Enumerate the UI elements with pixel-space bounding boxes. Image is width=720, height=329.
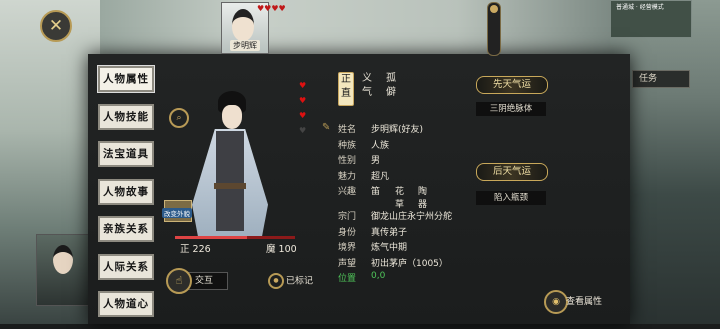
minimap-label: 普通城 · 经营模式 bbox=[616, 4, 664, 11]
marked-label: 已标记 bbox=[286, 276, 314, 287]
tab-character-story[interactable]: 人物故事 bbox=[98, 178, 154, 205]
hand-icon: ☝ bbox=[166, 268, 192, 294]
innate-fortune-header: 先天气运 bbox=[476, 76, 548, 94]
avatar-face bbox=[232, 9, 254, 41]
view-attributes-label: 查看属性 bbox=[566, 297, 603, 307]
world-map-top bbox=[100, 0, 610, 54]
view-attributes-icon: ◉ bbox=[544, 290, 568, 314]
trait-loyal[interactable]: 义气 bbox=[360, 72, 374, 104]
close-button[interactable]: ✕ bbox=[40, 10, 72, 42]
zheng-stat: 正 226 bbox=[180, 244, 211, 255]
acquired-fortune-value[interactable]: 陷入瓶颈 bbox=[476, 191, 546, 205]
tab-family-relations[interactable]: 亲族关系 bbox=[98, 216, 154, 242]
tab-dao-heart[interactable]: 人物道心 bbox=[98, 291, 154, 317]
edit-icon[interactable]: ✎ bbox=[322, 122, 330, 133]
interact-control[interactable]: 交互 ☝ bbox=[166, 268, 230, 294]
favor-hearts: ♥ ♥ ♥ ♥ bbox=[299, 81, 307, 135]
avatar-scroll[interactable] bbox=[487, 2, 501, 56]
trait-solitary[interactable]: 孤僻 bbox=[384, 72, 398, 104]
tab-column: 人物属性 人物技能 法宝道具 人物故事 亲族关系 人际关系 人物道心 bbox=[98, 66, 154, 329]
tab-treasures-items[interactable]: 法宝道具 bbox=[98, 141, 154, 167]
mo-stat: 魔 100 bbox=[266, 244, 297, 255]
alignment-bar bbox=[175, 236, 295, 239]
innate-fortune-value[interactable]: 三阴绝脉体 bbox=[476, 102, 546, 116]
marked-toggle[interactable]: ● 已标记 bbox=[268, 273, 313, 289]
tab-social-relations[interactable]: 人际关系 bbox=[98, 253, 154, 280]
character-figure bbox=[178, 85, 280, 237]
trait-upright[interactable]: 正直 bbox=[338, 72, 354, 106]
acquired-fortune-header: 后天气运 bbox=[476, 163, 548, 181]
eye-icon: ● bbox=[268, 273, 284, 289]
change-appearance-label[interactable]: 改变外貌 bbox=[162, 208, 192, 218]
task-button[interactable]: 任务 bbox=[632, 70, 690, 88]
avatar-name: 步明辉 bbox=[230, 40, 260, 51]
left-character-portrait[interactable] bbox=[36, 234, 92, 306]
view-attributes-button[interactable]: ◉ 查看属性 bbox=[544, 290, 610, 314]
tab-character-attributes[interactable]: 人物属性 bbox=[98, 66, 154, 92]
tab-character-skills[interactable]: 人物技能 bbox=[98, 103, 154, 130]
avatar-hearts: ♥♥♥♥ bbox=[257, 4, 286, 14]
